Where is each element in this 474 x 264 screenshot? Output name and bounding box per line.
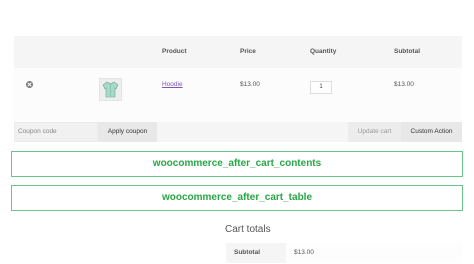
hoodie-icon — [102, 81, 119, 98]
hook-after-cart-contents: woocommerce_after_cart_contents — [11, 151, 463, 177]
header-subtotal: Subtotal — [394, 48, 420, 55]
hook-after-cart-table: woocommerce_after_cart_table — [11, 185, 463, 211]
custom-action-button[interactable]: Custom Action — [401, 122, 462, 142]
update-cart-button[interactable]: Update cart — [348, 122, 401, 142]
header-price: Price — [240, 48, 256, 55]
cart-actions: Coupon code Apply coupon Update cart Cus… — [14, 122, 462, 142]
cart-item-row: Hoodie $13.00 1 $13.00 — [14, 68, 462, 122]
product-link-hoodie[interactable]: Hoodie — [162, 81, 183, 88]
coupon-code-input[interactable]: Coupon code — [14, 122, 98, 142]
quantity-input[interactable]: 1 — [310, 81, 332, 94]
remove-item-icon[interactable] — [26, 81, 33, 88]
cart-table-header: Product Price Quantity Subtotal — [14, 36, 462, 68]
item-subtotal: $13.00 — [394, 81, 414, 88]
cart-totals-table: Subtotal $13.00 — [226, 243, 462, 263]
apply-coupon-button[interactable]: Apply coupon — [98, 122, 157, 142]
header-quantity: Quantity — [310, 48, 337, 55]
totals-subtotal-value: $13.00 — [286, 243, 462, 263]
cart-totals-heading: Cart totals — [225, 224, 271, 235]
totals-subtotal-label: Subtotal — [226, 243, 286, 263]
hoodie-thumbnail[interactable] — [99, 78, 122, 101]
header-product: Product — [162, 48, 187, 55]
cart-table: Product Price Quantity Subtotal Hoodie $… — [14, 36, 462, 122]
item-price: $13.00 — [240, 81, 260, 88]
